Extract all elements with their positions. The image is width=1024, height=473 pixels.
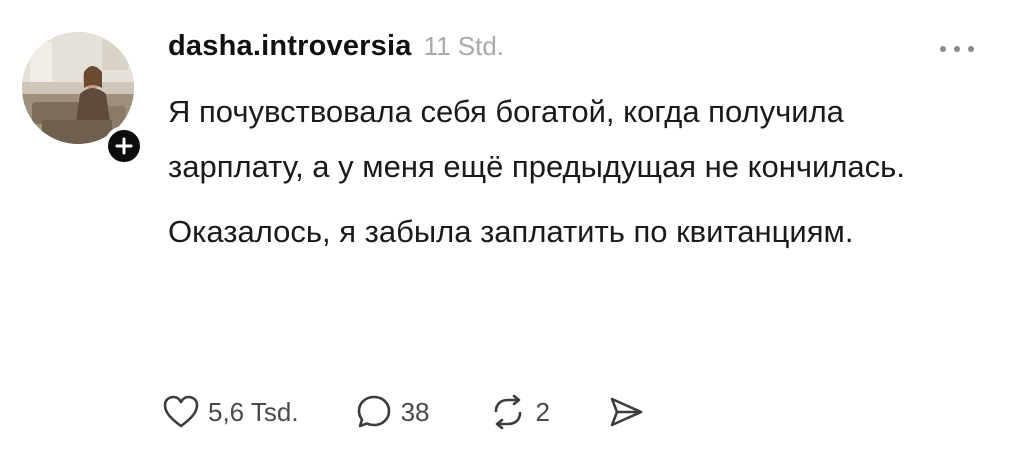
action-bar: 5,6 Tsd. 38 2 — [162, 386, 646, 438]
speech-bubble-icon — [357, 395, 390, 428]
post-timestamp: 11 Std. — [423, 31, 505, 61]
reply-count: 38 — [400, 396, 430, 427]
heart-icon — [163, 395, 199, 428]
plus-icon — [115, 137, 133, 155]
like-count: 5,6 Tsd. — [208, 396, 299, 427]
repost-arrows-icon — [494, 394, 521, 430]
post-paragraph: Я почувствовала себя богатой, когда полу… — [168, 94, 905, 184]
reply-button[interactable]: 38 — [355, 393, 430, 431]
more-options-button[interactable] — [928, 34, 986, 64]
post-paragraph: Оказалось, я забыла заплатить по квитанц… — [168, 214, 854, 249]
share-button[interactable] — [606, 394, 646, 430]
repost-button[interactable]: 2 — [488, 393, 550, 431]
more-dots-icon — [940, 46, 974, 52]
post-header: dasha.introversia 11 Std. — [168, 30, 504, 70]
avatar-container — [22, 32, 144, 166]
follow-button[interactable] — [104, 126, 144, 166]
post-body: Я почувствовала себя богатой, когда полу… — [168, 84, 948, 259]
repost-count: 2 — [535, 396, 550, 427]
send-icon — [610, 397, 643, 427]
username-link[interactable]: dasha.introversia — [168, 30, 412, 63]
thread-post: dasha.introversia 11 Std. Я почувствовал… — [0, 0, 1024, 473]
like-button[interactable]: 5,6 Tsd. — [162, 394, 299, 430]
